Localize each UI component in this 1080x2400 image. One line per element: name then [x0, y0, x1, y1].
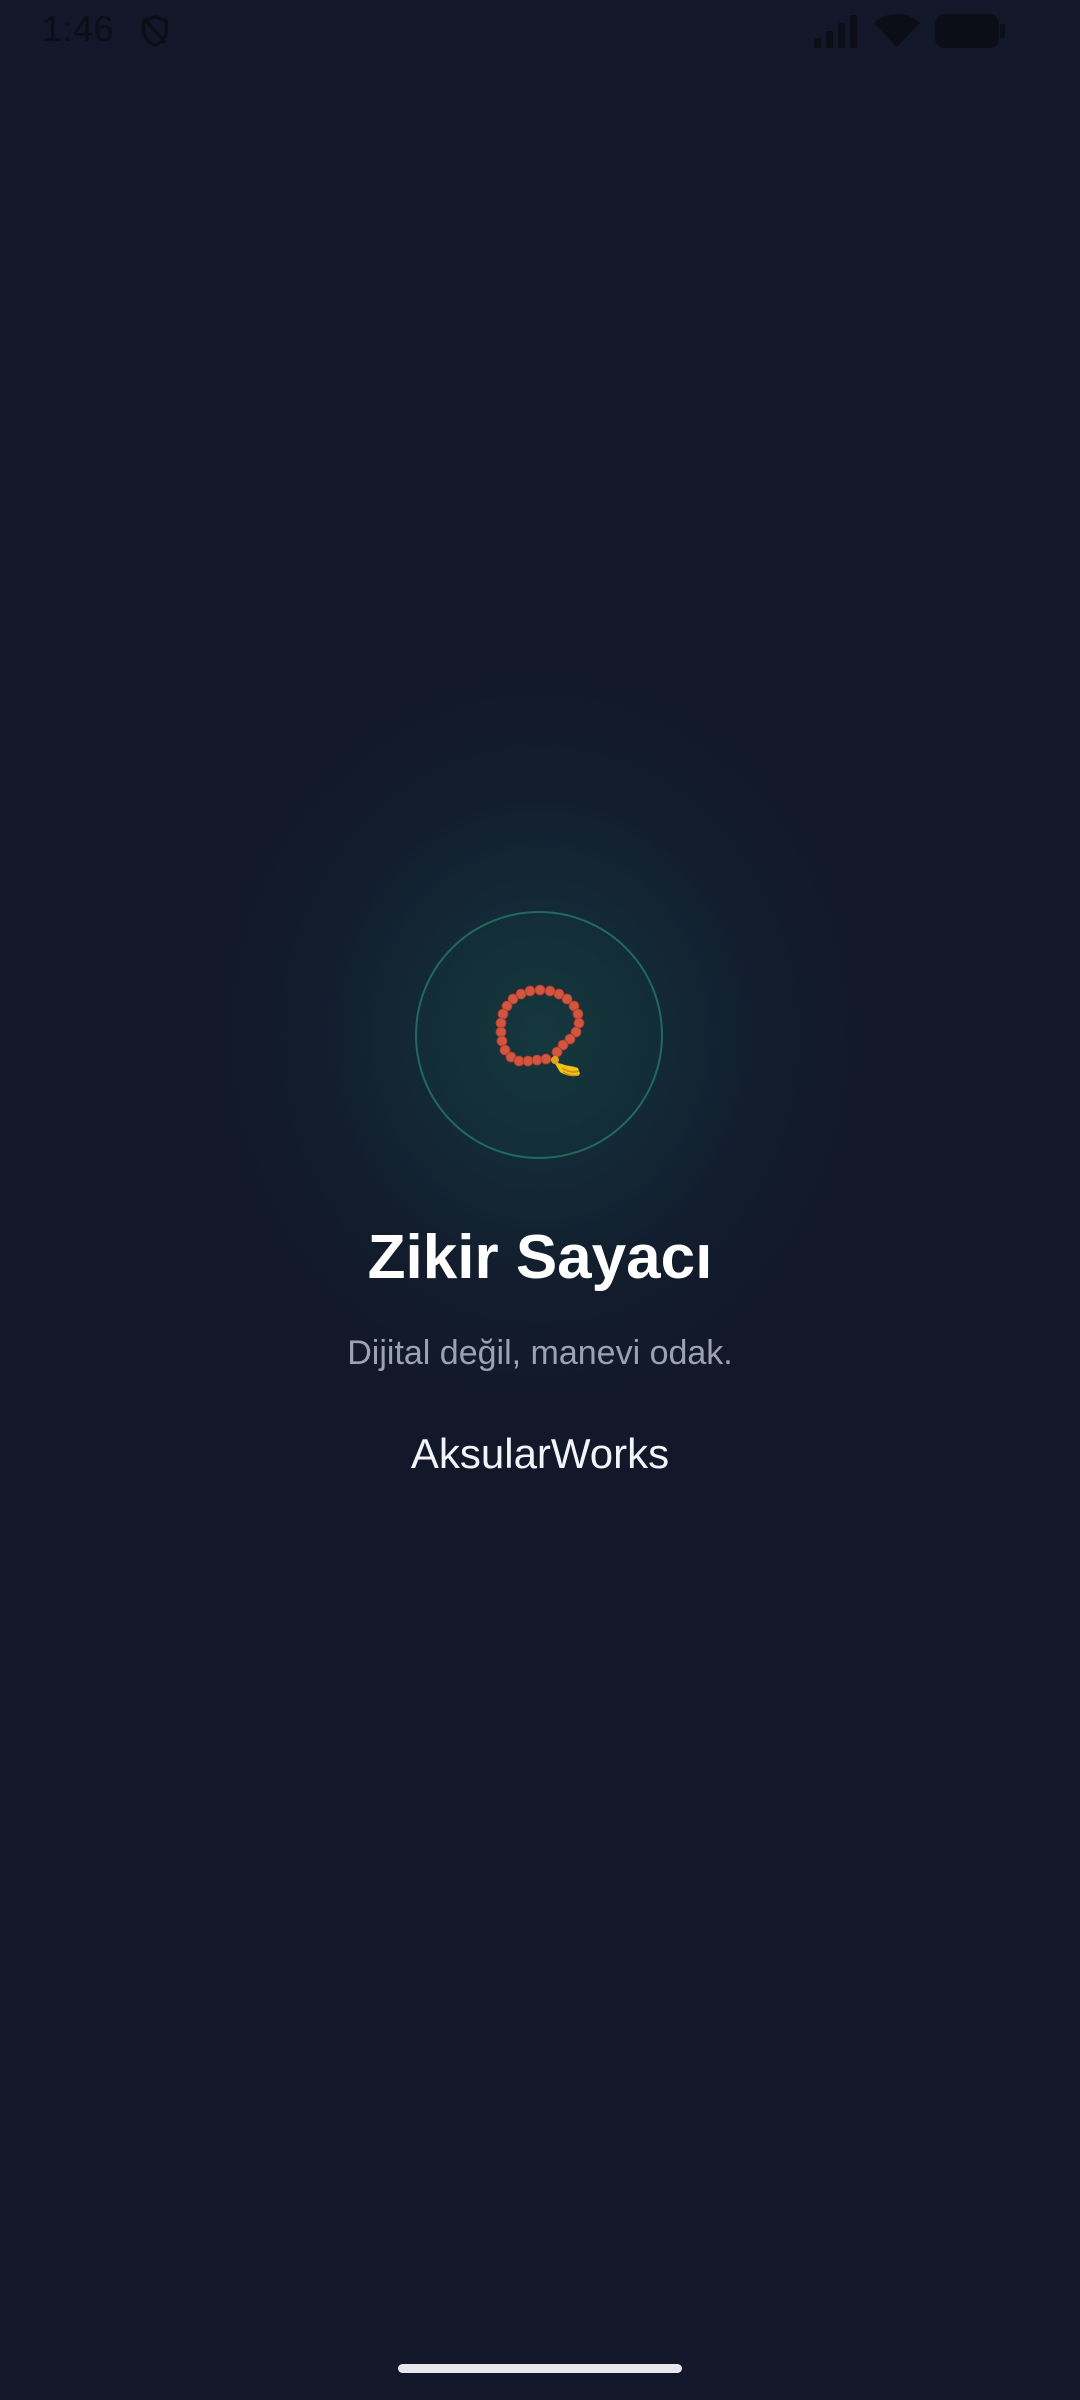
app-title: Zikir Sayacı [367, 1223, 713, 1292]
cellular-signal-icon [814, 15, 857, 48]
status-time: 1:46 [42, 8, 115, 49]
home-indicator[interactable] [398, 2364, 682, 2373]
app-tagline: Dijital değil, manevi odak. [347, 1334, 733, 1372]
prayer-beads-icon [495, 984, 585, 1077]
developer-brand: AksularWorks [410, 1430, 670, 1477]
shield-icon [141, 15, 169, 47]
battery-icon [935, 14, 1005, 48]
wifi-icon [874, 14, 920, 47]
splash-screen: 1:46 Zikir Sayacı Dijital değil, manevi … [0, 0, 1080, 2400]
status-bar: 1:46 [0, 0, 1080, 62]
